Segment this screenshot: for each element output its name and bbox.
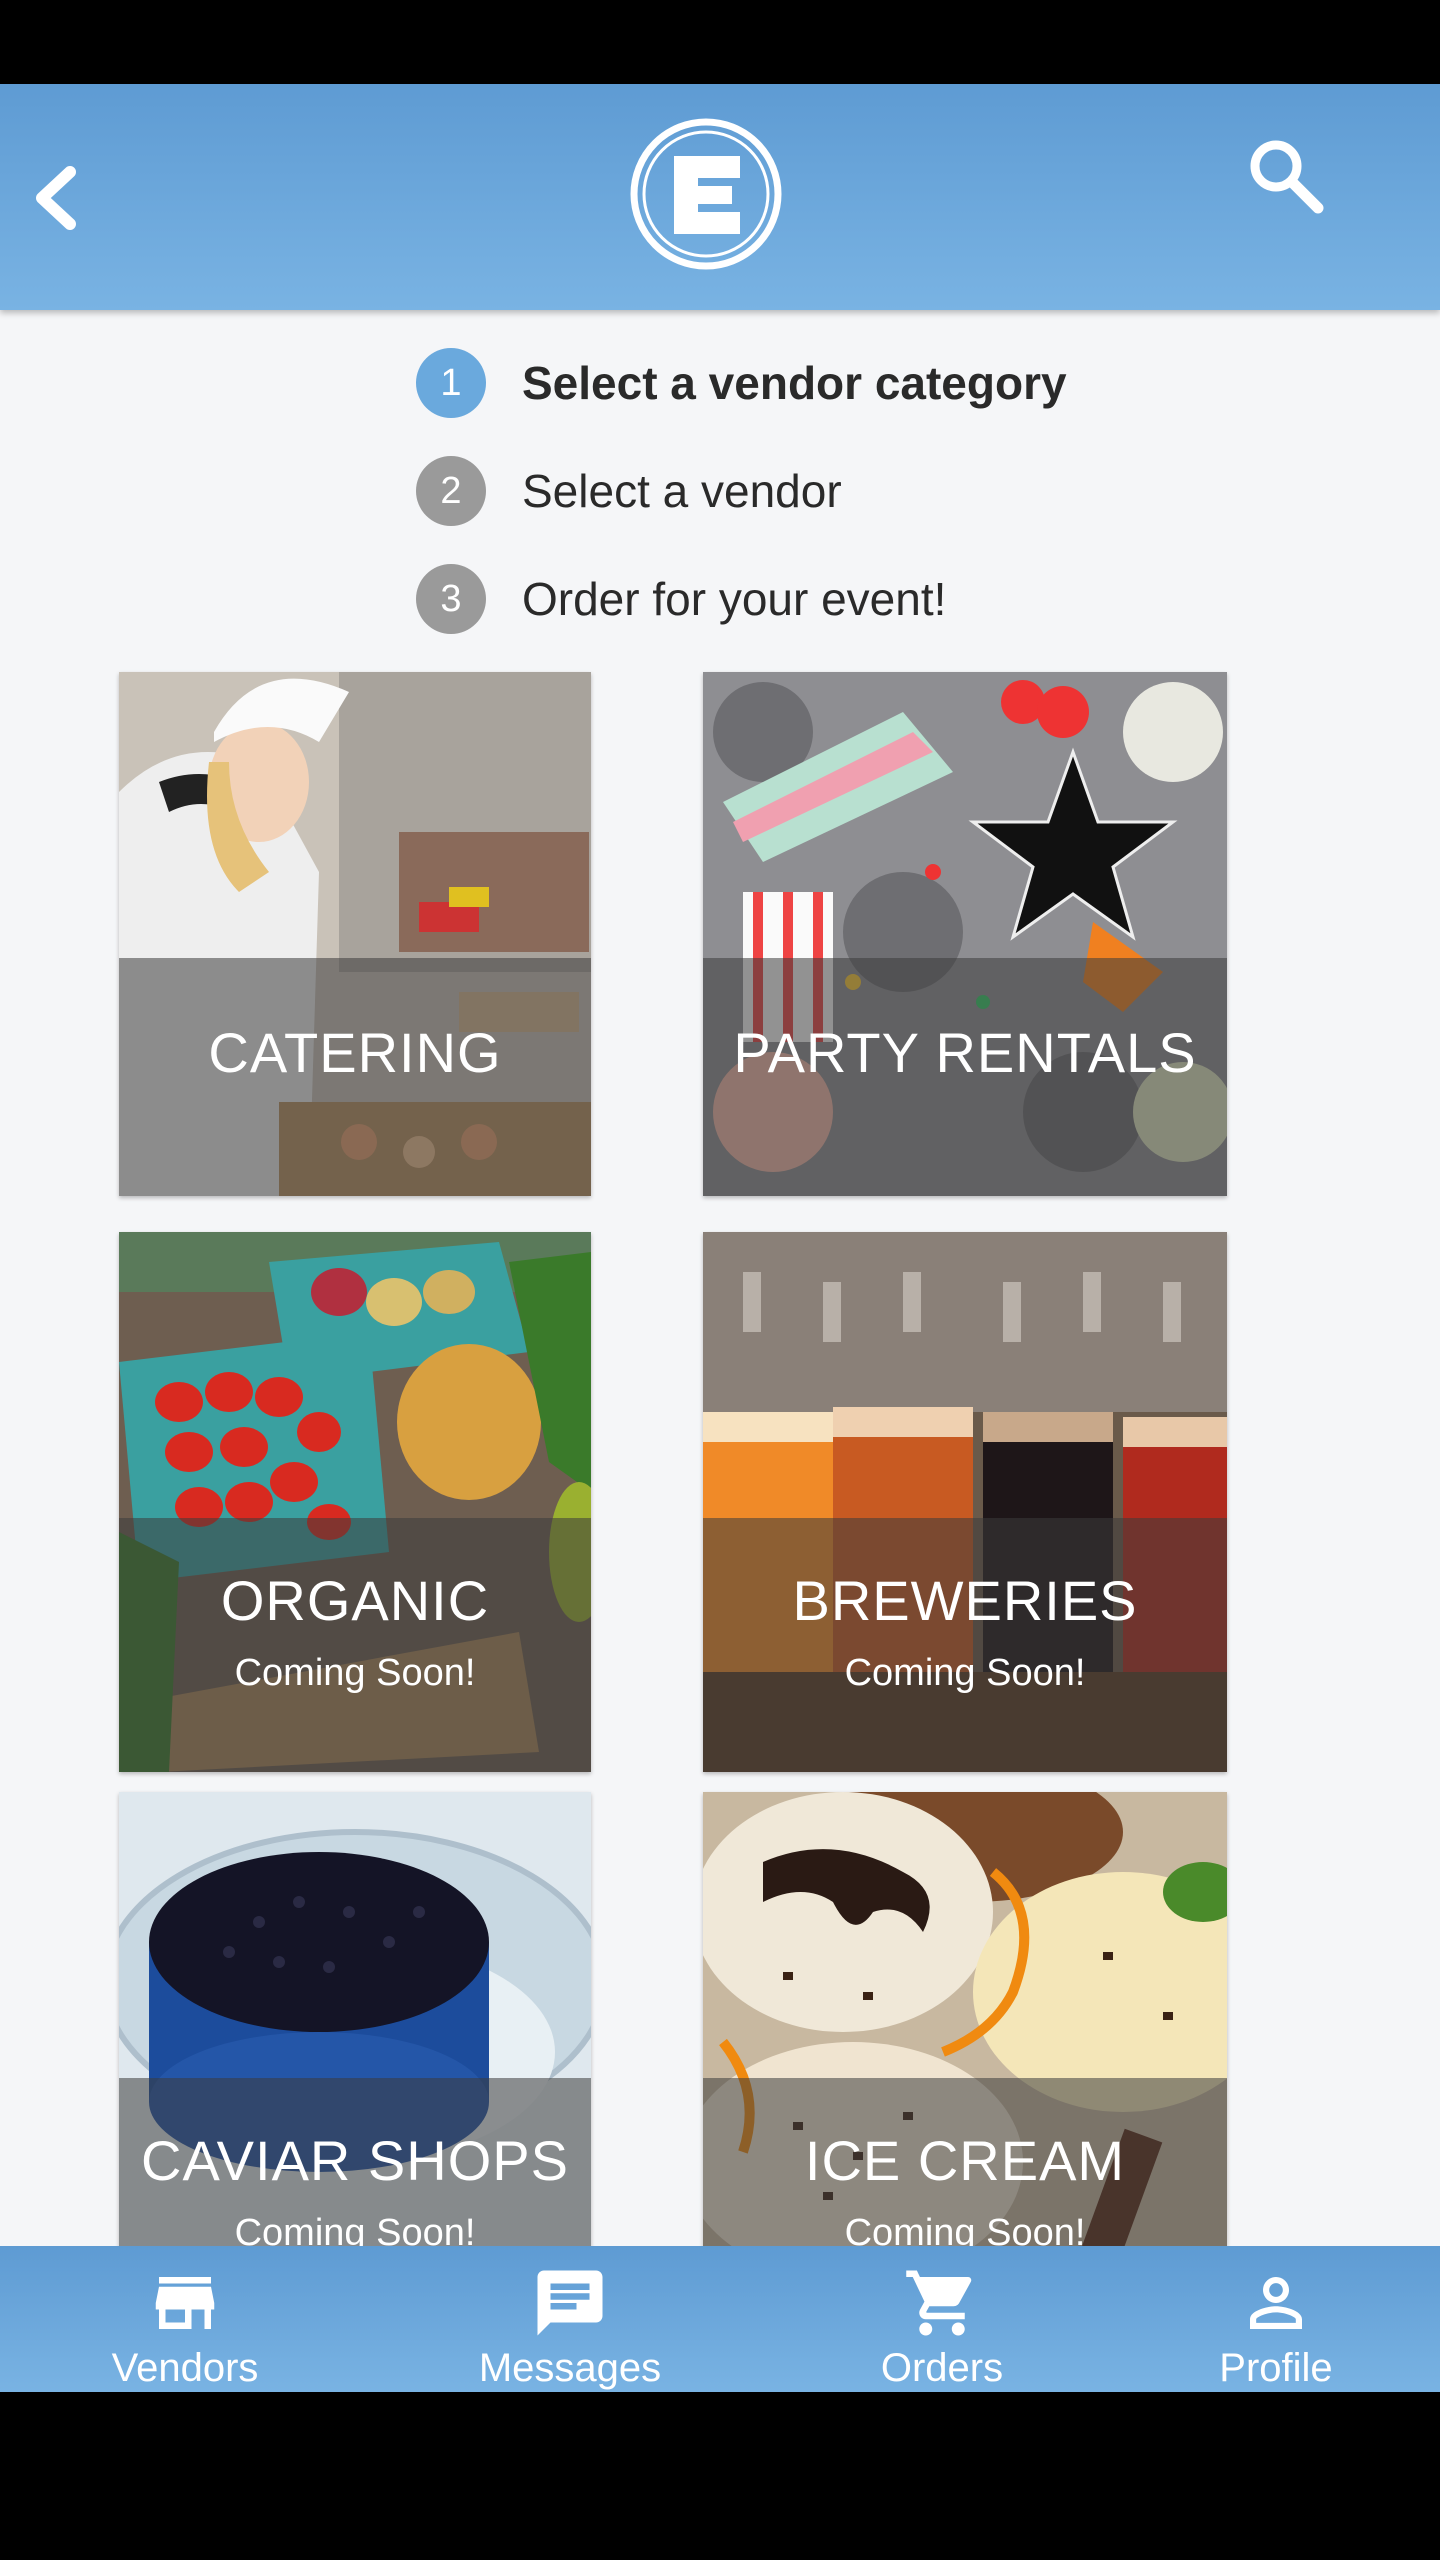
store-icon [155, 2277, 215, 2329]
nav-item-vendors[interactable]: Vendors [80, 2246, 290, 2392]
step-3-number: 3 [416, 564, 486, 634]
category-title: ICE CREAM [804, 2129, 1126, 2192]
category-tile-organic[interactable]: ORGANIC Coming Soon! [119, 1232, 591, 1772]
category-tile-caviar-shops[interactable]: CAVIAR SHOPS Coming Soon! [119, 1792, 591, 2246]
app-bar [0, 84, 1440, 310]
category-subtitle: Coming Soon! [234, 2212, 476, 2246]
category-subtitle: Coming Soon! [234, 1652, 476, 1694]
message-icon [537, 2270, 603, 2336]
search-icon [1250, 140, 1324, 214]
status-bar [0, 0, 1440, 84]
bottom-navigation: Vendors Messages Orders Profile [0, 2246, 1440, 2392]
nav-label-profile: Profile [1219, 2346, 1333, 2390]
category-title: ORGANIC [220, 1569, 490, 1632]
step-2-label: Select a vendor [522, 465, 842, 517]
nav-item-messages[interactable]: Messages [460, 2246, 680, 2392]
category-title: CATERING [208, 1021, 502, 1084]
category-tile-party-rentals[interactable]: PARTY RENTALS [703, 672, 1227, 1196]
search-button[interactable] [1244, 134, 1328, 218]
category-tile-breweries[interactable]: BREWERIES Coming Soon! [703, 1232, 1227, 1772]
back-button[interactable] [24, 160, 94, 236]
category-tile-catering[interactable]: CATERING [119, 672, 591, 1196]
nav-item-orders[interactable]: Orders [842, 2246, 1042, 2392]
category-tile-ice-cream[interactable]: ICE CREAM Coming Soon! [703, 1792, 1227, 2246]
nav-label-vendors: Vendors [111, 2346, 259, 2390]
nav-label-orders: Orders [880, 2346, 1004, 2390]
category-title: BREWERIES [792, 1569, 1138, 1632]
nav-label-messages: Messages [478, 2346, 662, 2390]
step-1-number: 1 [416, 348, 486, 418]
tile-overlay [119, 1518, 591, 1772]
category-title: CAVIAR SHOPS [141, 2129, 569, 2192]
system-navigation-bar [0, 2392, 1440, 2560]
nav-item-profile[interactable]: Profile [1176, 2246, 1376, 2392]
app-logo [628, 116, 784, 272]
category-subtitle: Coming Soon! [844, 1652, 1086, 1694]
tile-overlay [703, 1518, 1227, 1772]
category-subtitle: Coming Soon! [844, 2212, 1086, 2246]
chevron-left-icon [36, 166, 76, 230]
step-3-label: Order for your event! [522, 573, 947, 625]
step-2-number: 2 [416, 456, 486, 526]
category-title: PARTY RENTALS [733, 1021, 1197, 1084]
cart-icon [906, 2270, 972, 2336]
step-1-label: Select a vendor category [522, 357, 1067, 409]
main-content: 1 Select a vendor category 2 Select a ve… [0, 310, 1440, 2246]
person-icon [1250, 2277, 1302, 2329]
